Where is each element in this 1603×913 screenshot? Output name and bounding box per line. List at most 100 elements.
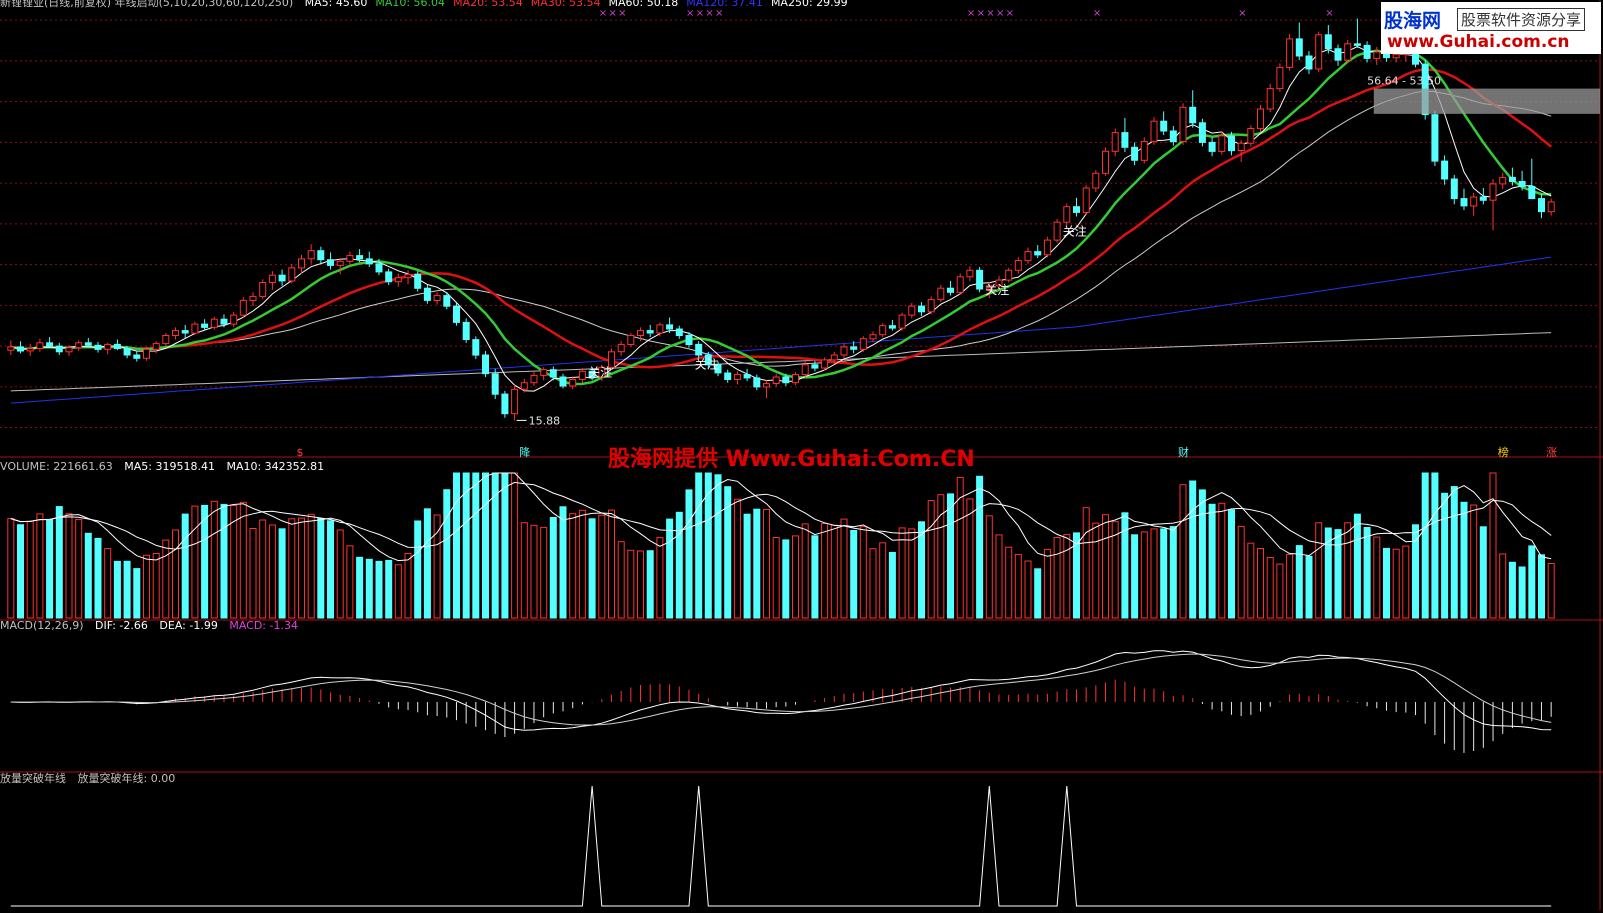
- candle-body: [239, 299, 247, 316]
- volume-bar: [1547, 563, 1555, 619]
- volume-bar: [995, 534, 1003, 619]
- candle-body: [1450, 178, 1458, 200]
- candle-body: [966, 269, 974, 278]
- candle-body: [1073, 206, 1080, 213]
- volume-bar: [675, 511, 683, 619]
- candle-body: [249, 295, 257, 301]
- candle-body: [181, 330, 189, 334]
- candle-body: [1324, 34, 1332, 50]
- candle-body: [259, 282, 267, 297]
- volume-bar: [336, 529, 344, 619]
- volume-bar: [956, 476, 964, 619]
- volume-bar: [1295, 545, 1303, 619]
- candle-body: [549, 369, 557, 378]
- volume-bar: [433, 514, 441, 619]
- indicator-header: 放量突破年线 放量突破年线: 0.00: [0, 772, 183, 786]
- volume-bar: [559, 506, 567, 619]
- volume-bar: [859, 526, 867, 619]
- volume-bar: [685, 489, 693, 619]
- volume-bar: [1353, 513, 1361, 619]
- volume-bar: [646, 550, 654, 619]
- candle-body: [821, 359, 829, 369]
- indicator-line: [10, 785, 1552, 907]
- volume-bar: [365, 558, 373, 619]
- event-marker: 降: [519, 445, 530, 459]
- volume-bar: [259, 519, 267, 619]
- candle-body: [1034, 251, 1042, 256]
- volume-bar: [898, 527, 906, 619]
- candle-body: [230, 314, 238, 325]
- volume-bar: [879, 542, 887, 619]
- volume-bar: [356, 556, 364, 619]
- watermark-logo-tag: 股票软件资源分享: [1457, 8, 1586, 31]
- candle-body: [210, 318, 218, 328]
- volume-bar: [1198, 489, 1206, 619]
- volume-bar: [1499, 553, 1507, 619]
- volume-bar: [46, 518, 54, 619]
- candle-body: [482, 354, 489, 375]
- volume-bar: [1460, 501, 1468, 619]
- volume-bar: [1441, 492, 1449, 619]
- candle-body: [1286, 38, 1294, 68]
- volume-bar: [113, 560, 121, 619]
- volume-bar: [278, 528, 286, 619]
- volume-bar: [1034, 568, 1042, 619]
- candle-body: [1014, 260, 1022, 271]
- volume-bar: [482, 472, 489, 619]
- candle-body: [46, 342, 54, 347]
- candle-body: [75, 342, 83, 349]
- candle-body: [1131, 146, 1139, 161]
- volume-bar: [375, 560, 383, 619]
- candle-body: [772, 376, 780, 384]
- volume-bar: [472, 472, 480, 619]
- candle-body: [1508, 176, 1516, 182]
- candle-body: [298, 258, 305, 269]
- volume-bar: [414, 520, 422, 619]
- candle-body: [1295, 38, 1303, 57]
- candle-body: [530, 374, 538, 384]
- volume-bar: [617, 541, 625, 619]
- volume-bar: [821, 523, 829, 619]
- volume-bar: [94, 537, 102, 619]
- candle-body: [191, 323, 199, 334]
- volume-bar: [966, 498, 974, 619]
- candle-body: [172, 330, 179, 337]
- volume-bar: [1286, 553, 1294, 619]
- volume-bar: [578, 509, 586, 619]
- candle-body: [898, 314, 906, 329]
- candle-body: [152, 343, 160, 350]
- ma10-line: [10, 49, 1552, 386]
- volume-bar: [695, 472, 703, 619]
- candle-body: [491, 373, 499, 395]
- signal-x-mark: ×: [967, 8, 975, 19]
- candle-body: [976, 269, 984, 290]
- macd-dif: DIF: -2.66: [95, 619, 148, 632]
- candle-body: [1489, 183, 1497, 201]
- candle-body: [578, 370, 586, 380]
- macd-name: MACD(12,26,9): [0, 619, 84, 632]
- candle-body: [1499, 176, 1507, 185]
- candle-body: [869, 334, 877, 340]
- candle-body: [1247, 128, 1255, 144]
- indicator-name: 放量突破年线: [0, 772, 66, 785]
- candle-body: [327, 259, 334, 266]
- candle-body: [453, 305, 460, 323]
- volume-bar: [1315, 522, 1323, 619]
- ma-legend-item: MA60: 50.18: [608, 0, 679, 9]
- attention-label: 关注: [695, 356, 719, 371]
- candle-body: [462, 321, 470, 340]
- candle-body: [1257, 108, 1264, 130]
- candle-body: [801, 364, 809, 376]
- volume-bar: [608, 509, 615, 619]
- candle-body: [307, 250, 315, 260]
- candle-body: [433, 295, 441, 302]
- price-range-label: 56.64 - 53.50: [1367, 75, 1441, 88]
- candle-body: [1460, 198, 1468, 207]
- candle-body: [1005, 269, 1013, 281]
- candle-body: [1160, 120, 1168, 132]
- candle-body: [94, 344, 102, 350]
- volume-bar: [1421, 472, 1429, 619]
- volume-bar: [801, 523, 809, 619]
- candle-body: [1053, 221, 1061, 241]
- volume-bar: [394, 564, 402, 619]
